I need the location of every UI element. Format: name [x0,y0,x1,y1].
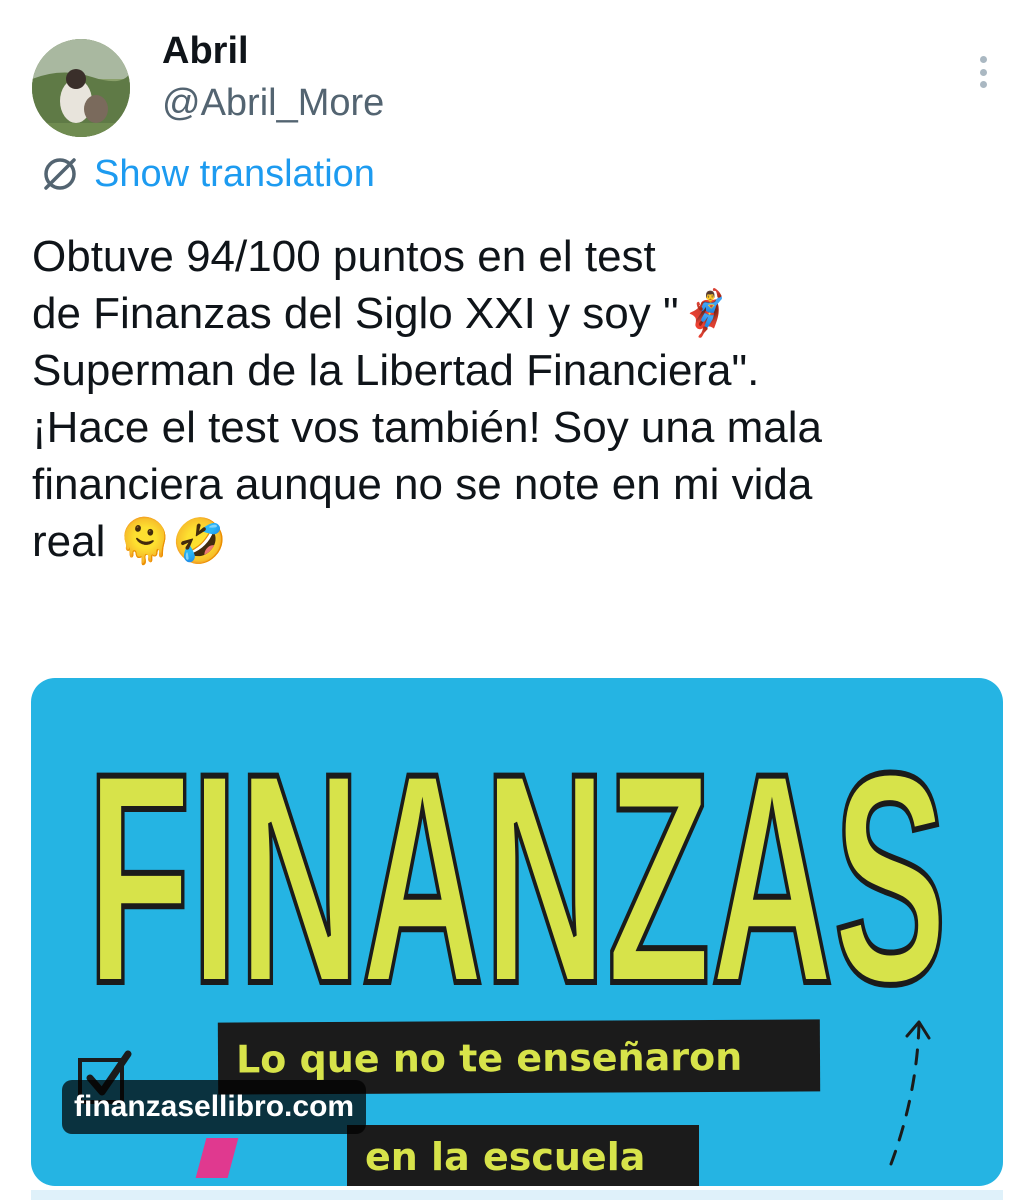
more-options-button[interactable] [966,52,1000,92]
book-title-text: FINANZAS [87,710,947,1046]
show-translation-label: Show translation [94,152,375,195]
tweet-text-line: Obtuve 94/100 puntos en el test [32,232,656,281]
more-dot [979,56,987,63]
globe-off-icon [44,158,76,190]
pink-decoration [195,1138,239,1178]
tweet-text-line: real 🫠🤣 [32,517,228,566]
tweet-media-image[interactable]: FINANZAS Lo que no te enseñaron en la es… [31,678,1003,1186]
book-subtitle-line-2: en la escuela [347,1125,699,1186]
avatar[interactable] [32,39,130,137]
tweet-text: Obtuve 94/100 puntos en el test de Finan… [32,228,1002,570]
tweet-text-line: Superman de la Libertad Financiera". [32,346,760,395]
link-domain-badge[interactable]: finanzasellibro.com [62,1080,367,1134]
tweet-text-line: financiera aunque no se note en mi vida [32,460,813,509]
more-dot [979,81,987,88]
tweet-text-line: ¡Hace el test vos también! Soy una mala [32,403,822,452]
show-translation-button[interactable]: Show translation [40,150,375,198]
author-handle[interactable]: @Abril_More [162,82,384,125]
tweet-text-line: de Finanzas del Siglo XXI y soy "🦸‍♂️ [32,289,734,338]
author-display-name[interactable]: Abril [162,30,249,73]
dashed-arrow-icon [889,1020,931,1166]
next-media-edge [31,1190,1003,1200]
avatar-photo [32,39,130,137]
more-dot [979,68,987,76]
book-title: FINANZAS [84,707,950,1049]
